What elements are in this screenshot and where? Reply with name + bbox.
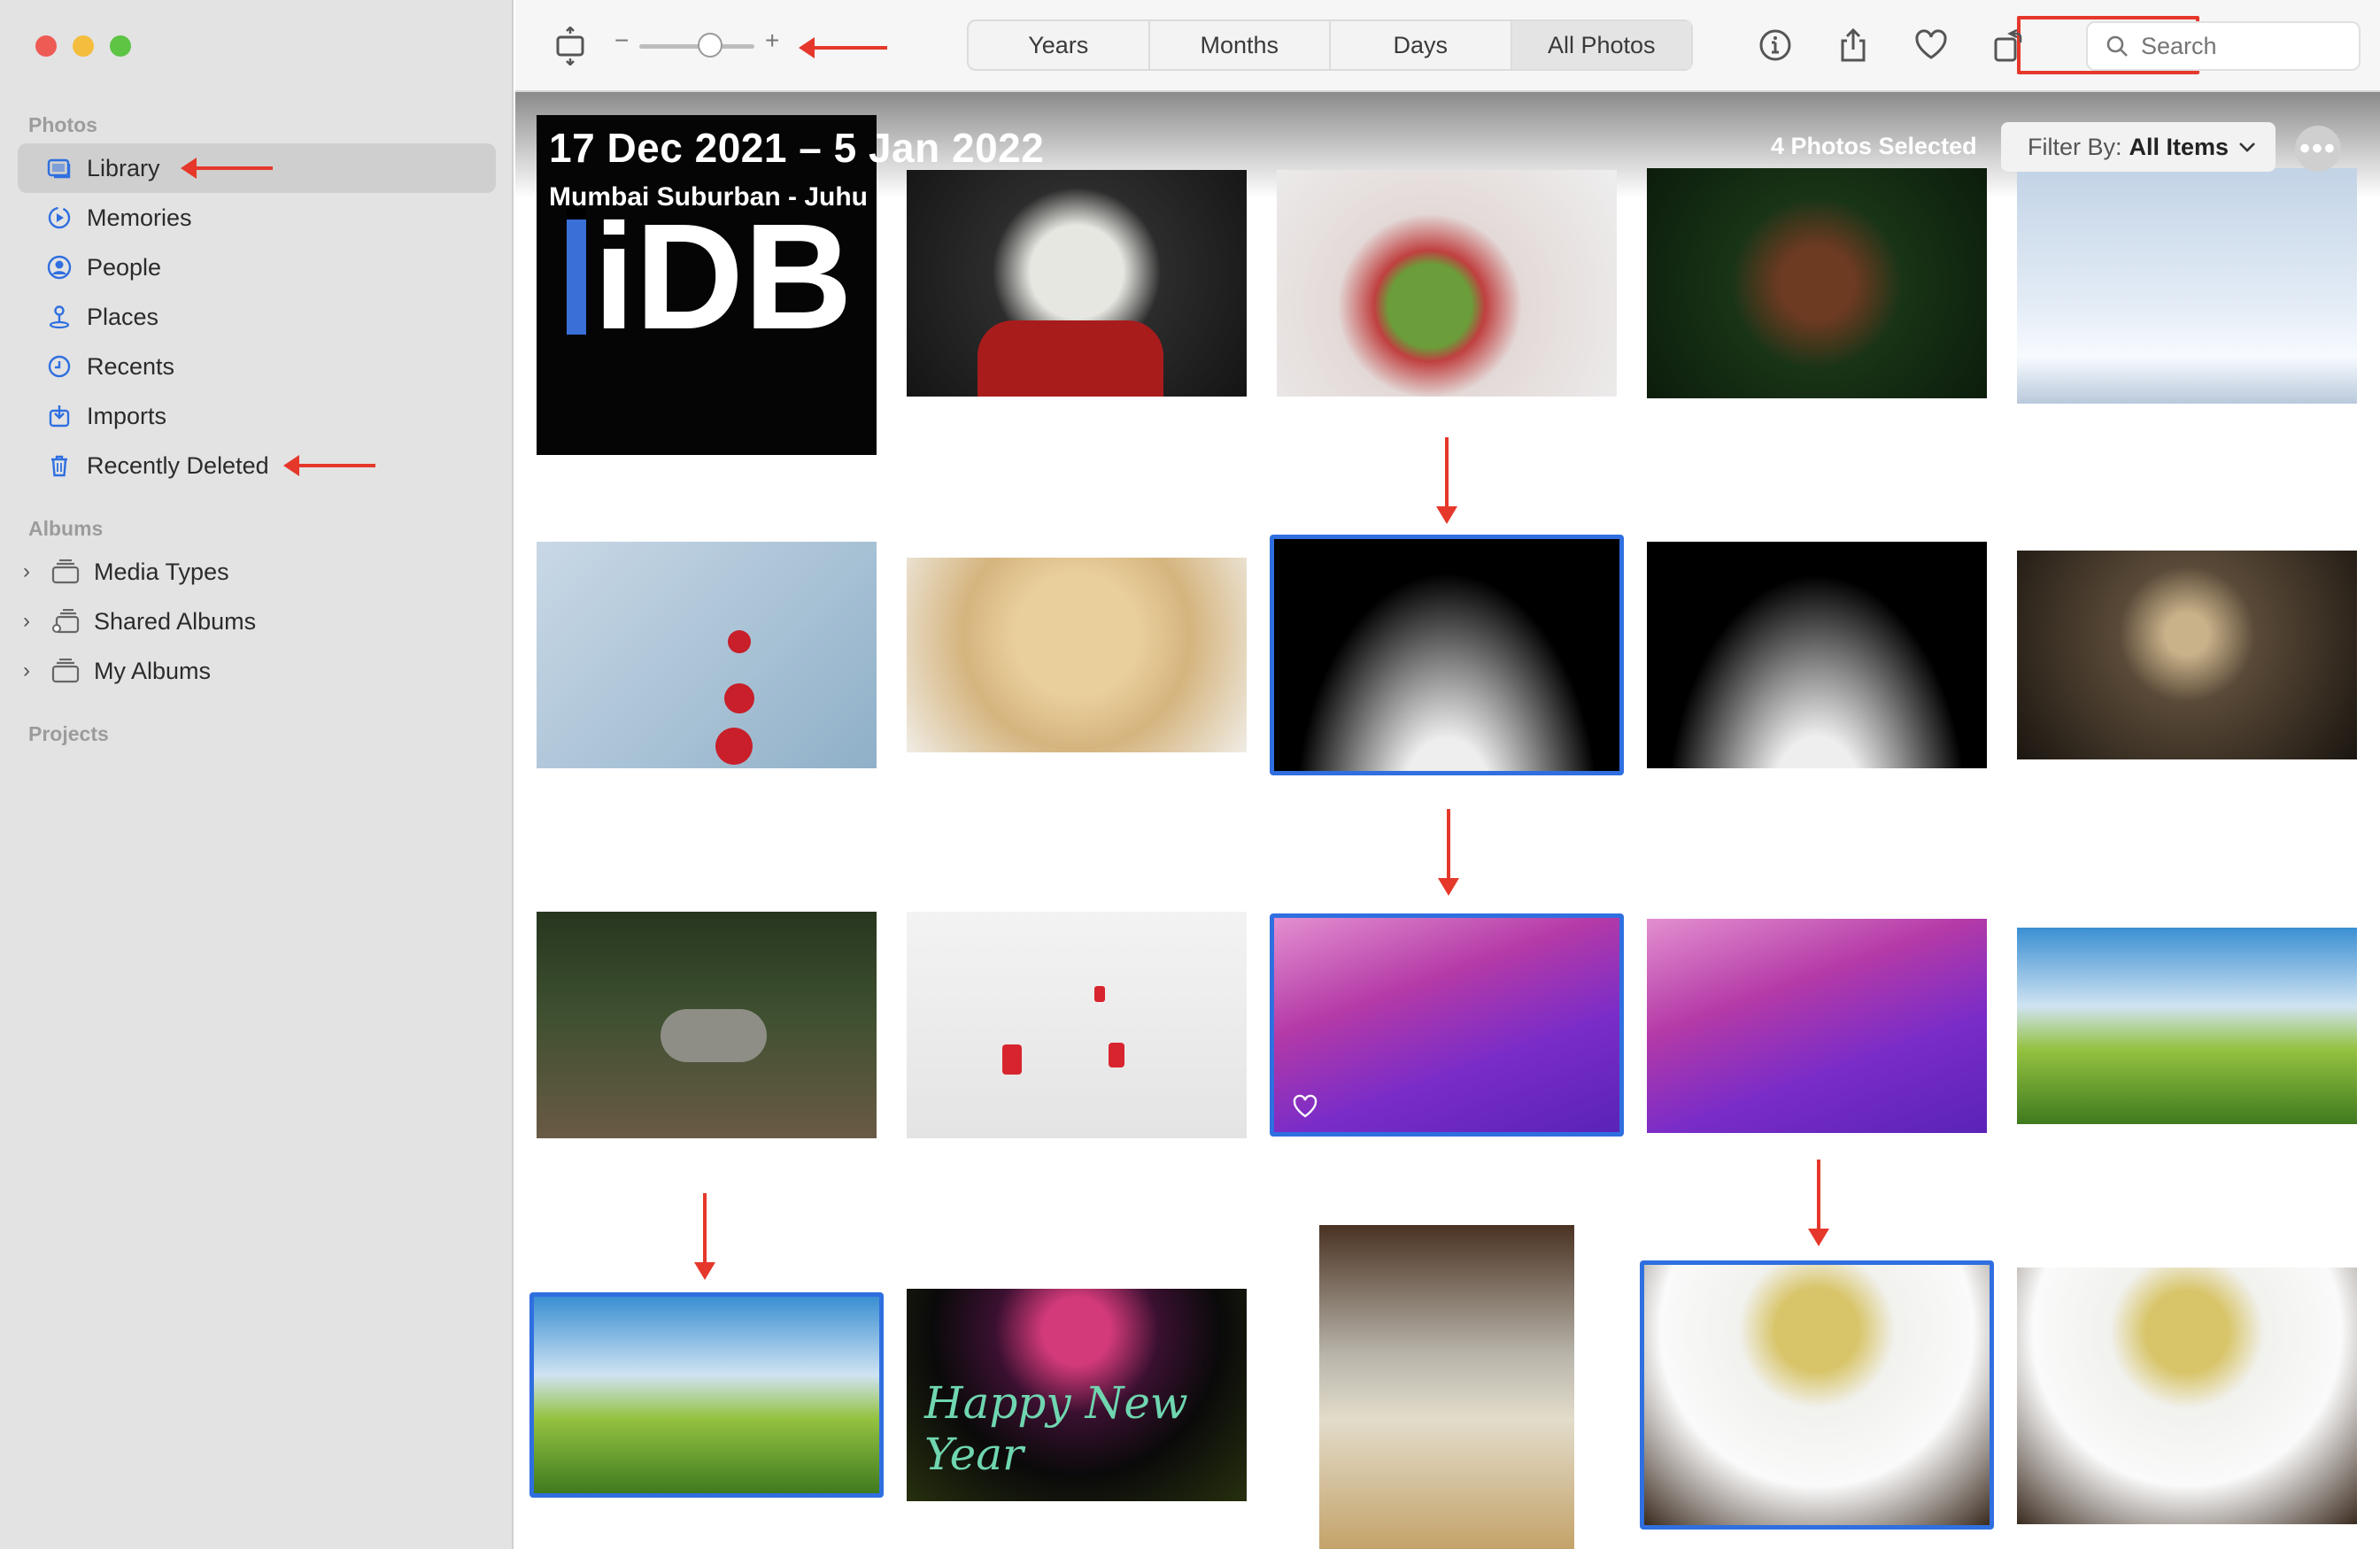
window-controls <box>35 35 131 57</box>
view-segmented-control: Years Months Days All Photos <box>967 19 1693 71</box>
photo-thumbnail[interactable] <box>1647 919 1987 1133</box>
sidebar-item-label: Imports <box>87 402 167 429</box>
photo-thumbnail-selected[interactable] <box>529 1292 884 1498</box>
album-shared-albums[interactable]: › Shared Albums <box>23 597 256 646</box>
photo-thumbnail[interactable] <box>1319 1225 1574 1549</box>
sidebar-item-recently-deleted[interactable]: Recently Deleted <box>18 441 496 490</box>
photo-thumbnail[interactable] <box>1277 170 1617 397</box>
chevron-down-icon <box>2239 143 2255 152</box>
sidebar-item-label: Library <box>87 154 160 181</box>
album-label: Shared Albums <box>94 607 257 635</box>
album-my-albums[interactable]: › My Albums <box>23 646 211 696</box>
places-icon <box>46 304 73 330</box>
photo-thumbnail[interactable]: Happy New Year <box>907 1289 1247 1501</box>
tab-years[interactable]: Years <box>969 21 1150 69</box>
memories-icon <box>46 204 73 231</box>
zoom-slider-track[interactable] <box>639 44 754 49</box>
tab-months[interactable]: Months <box>1150 21 1331 69</box>
favorite-heart-icon[interactable] <box>1912 27 1950 64</box>
album-stack-icon <box>51 659 80 683</box>
annotation-arrow-down-icon <box>694 1193 715 1280</box>
rotate-icon[interactable] <box>1990 27 2028 64</box>
photo-thumbnail-selected[interactable] <box>1270 535 1624 775</box>
sidebar-item-label: Recents <box>87 352 175 380</box>
photo-thumbnail[interactable] <box>1647 168 1987 398</box>
trash-icon <box>46 452 73 479</box>
photo-thumbnail[interactable] <box>2017 928 2357 1124</box>
logo-bar <box>567 211 586 335</box>
sidebar-item-imports[interactable]: Imports <box>18 391 496 441</box>
annotation-arrow-down-icon <box>1438 809 1459 896</box>
photos-section-label: Photos <box>28 113 97 136</box>
date-range-title: 17 Dec 2021 – 5 Jan 2022 <box>549 125 1045 171</box>
photo-overlay-text: Happy New Year <box>924 1377 1188 1480</box>
photo-thumbnail[interactable] <box>2017 168 2357 404</box>
slideshow-icon[interactable] <box>552 27 588 66</box>
shared-album-icon <box>52 609 80 634</box>
annotation-arrow-left-icon <box>799 37 887 58</box>
imports-icon <box>46 403 73 429</box>
search-field[interactable] <box>2086 21 2361 71</box>
sidebar-item-label: Places <box>87 303 159 330</box>
sidebar-item-label: Memories <box>87 204 192 231</box>
search-icon <box>2106 35 2128 57</box>
sidebar: Photos Library Memories People Places Re… <box>0 0 514 1549</box>
share-icon[interactable] <box>1835 27 1872 64</box>
photo-thumbnail[interactable] <box>907 912 1247 1138</box>
info-icon[interactable] <box>1757 27 1794 64</box>
chevron-right-icon[interactable]: › <box>23 559 41 584</box>
people-icon <box>46 254 73 281</box>
annotation-arrow-left-icon <box>181 158 273 179</box>
chevron-right-icon[interactable]: › <box>23 609 41 634</box>
album-label: My Albums <box>94 657 212 684</box>
zoom-out-button[interactable]: − <box>614 27 629 55</box>
recents-icon <box>46 353 73 380</box>
photo-thumbnail[interactable] <box>2017 1268 2357 1524</box>
filter-by-button[interactable]: Filter By: All Items <box>2001 122 2276 172</box>
photo-thumbnail[interactable] <box>907 558 1247 752</box>
album-media-types[interactable]: › Media Types <box>23 547 229 597</box>
photo-thumbnail-selected[interactable] <box>1640 1260 1994 1530</box>
zoom-slider-knob[interactable] <box>698 33 722 58</box>
filter-label: Filter By: <box>2028 133 2122 160</box>
sidebar-item-places[interactable]: Places <box>18 292 496 342</box>
sidebar-item-memories[interactable]: Memories <box>18 193 496 243</box>
favorite-badge-icon <box>1293 1094 1318 1118</box>
projects-section-label[interactable]: Projects <box>28 722 109 746</box>
album-label: Media Types <box>94 558 229 585</box>
photo-thumbnail[interactable] <box>1647 542 1987 768</box>
photo-thumbnail[interactable] <box>907 170 1247 397</box>
annotation-arrow-down-icon <box>1808 1160 1829 1246</box>
close-button[interactable] <box>35 35 57 57</box>
minimize-button[interactable] <box>73 35 94 57</box>
filter-value: All Items <box>2129 133 2229 160</box>
photo-thumbnail[interactable] <box>537 912 877 1138</box>
zoom-in-button[interactable]: + <box>765 27 779 55</box>
albums-section-label: Albums <box>28 517 104 540</box>
tab-days[interactable]: Days <box>1331 21 1512 69</box>
annotation-arrow-down-icon <box>1436 437 1457 524</box>
more-options-button[interactable]: ••• <box>2295 126 2341 172</box>
sidebar-item-recents[interactable]: Recents <box>18 342 496 391</box>
chevron-right-icon[interactable]: › <box>23 659 41 683</box>
tab-all-photos[interactable]: All Photos <box>1511 21 1691 69</box>
sidebar-item-label: Recently Deleted <box>87 451 269 479</box>
album-stack-icon <box>51 559 80 584</box>
photos-window: Photos Library Memories People Places Re… <box>0 0 2380 1549</box>
fullscreen-button[interactable] <box>110 35 131 57</box>
library-icon <box>46 155 73 181</box>
search-input[interactable] <box>2141 32 2336 60</box>
location-title[interactable]: Mumbai Suburban - Juhu <box>549 182 868 212</box>
annotation-arrow-left-icon <box>283 455 375 476</box>
photo-thumbnail[interactable] <box>537 542 877 768</box>
selection-count: 4 Photos Selected <box>1771 133 1977 159</box>
photo-thumbnail[interactable] <box>2017 551 2357 759</box>
photo-thumbnail-selected[interactable] <box>1270 913 1624 1137</box>
sidebar-item-label: People <box>87 253 162 281</box>
sidebar-item-people[interactable]: People <box>18 243 496 292</box>
watermark-logo: iDB <box>593 193 853 361</box>
